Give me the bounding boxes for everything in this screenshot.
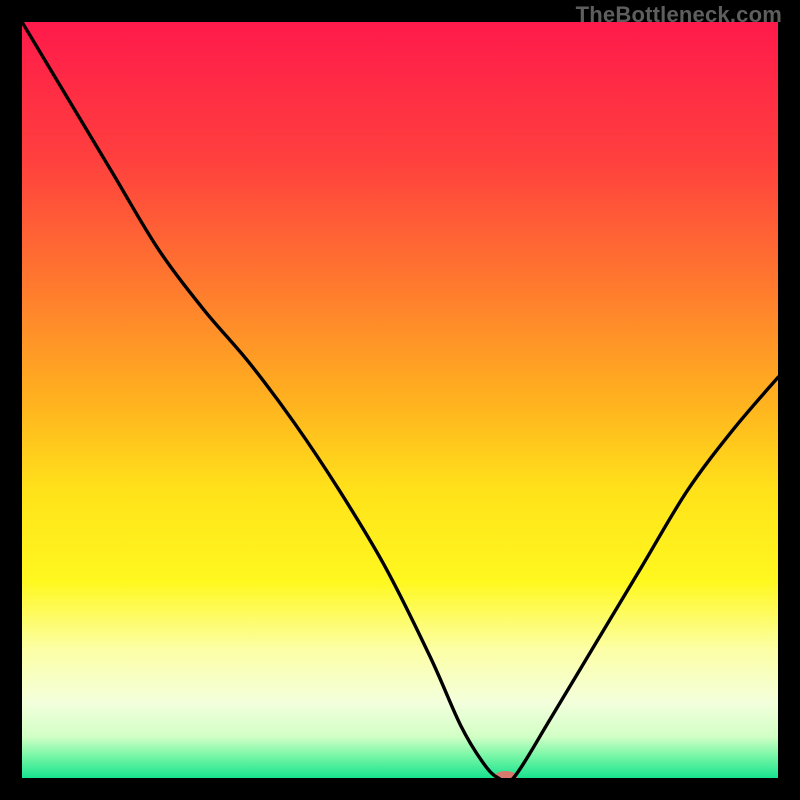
plot-area-background — [22, 22, 778, 778]
chart-frame: TheBottleneck.com — [0, 0, 800, 800]
bottleneck-chart — [22, 22, 778, 778]
watermark-text: TheBottleneck.com — [576, 2, 782, 28]
